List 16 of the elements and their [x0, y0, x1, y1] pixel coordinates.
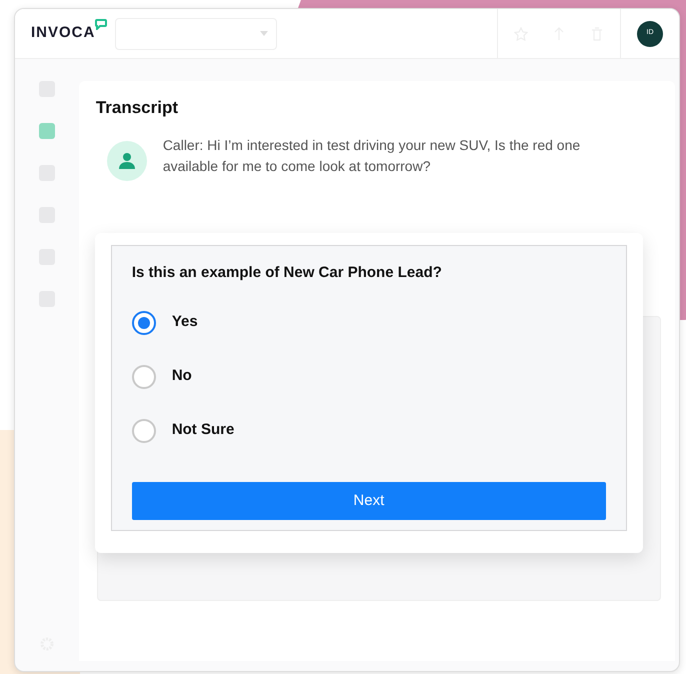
- radio-button[interactable]: [132, 310, 156, 334]
- caller-avatar-icon: [106, 140, 147, 180]
- option-label[interactable]: No: [172, 365, 192, 388]
- question-text: Is this an example of New Car Phone Lead?: [132, 263, 443, 283]
- radio-button[interactable]: [132, 418, 156, 442]
- caret-icon: [260, 31, 268, 36]
- radio-button[interactable]: [132, 364, 156, 388]
- option-label[interactable]: Yes: [172, 311, 198, 334]
- speech-bubble-icon: [95, 19, 108, 30]
- option-label[interactable]: Not Sure: [172, 419, 234, 442]
- card-title: Transcript: [94, 97, 180, 119]
- transcript-message: Caller: Hi I’m interested in test driving your new SUV, Is the red one available for me to come look at tomorrow?: [162, 136, 582, 176]
- account-dropdown[interactable]: [115, 18, 278, 50]
- next-button[interactable]: Next: [132, 482, 606, 520]
- logo-text: INVOCA: [31, 23, 96, 44]
- sidebar-item[interactable]: [38, 123, 55, 139]
